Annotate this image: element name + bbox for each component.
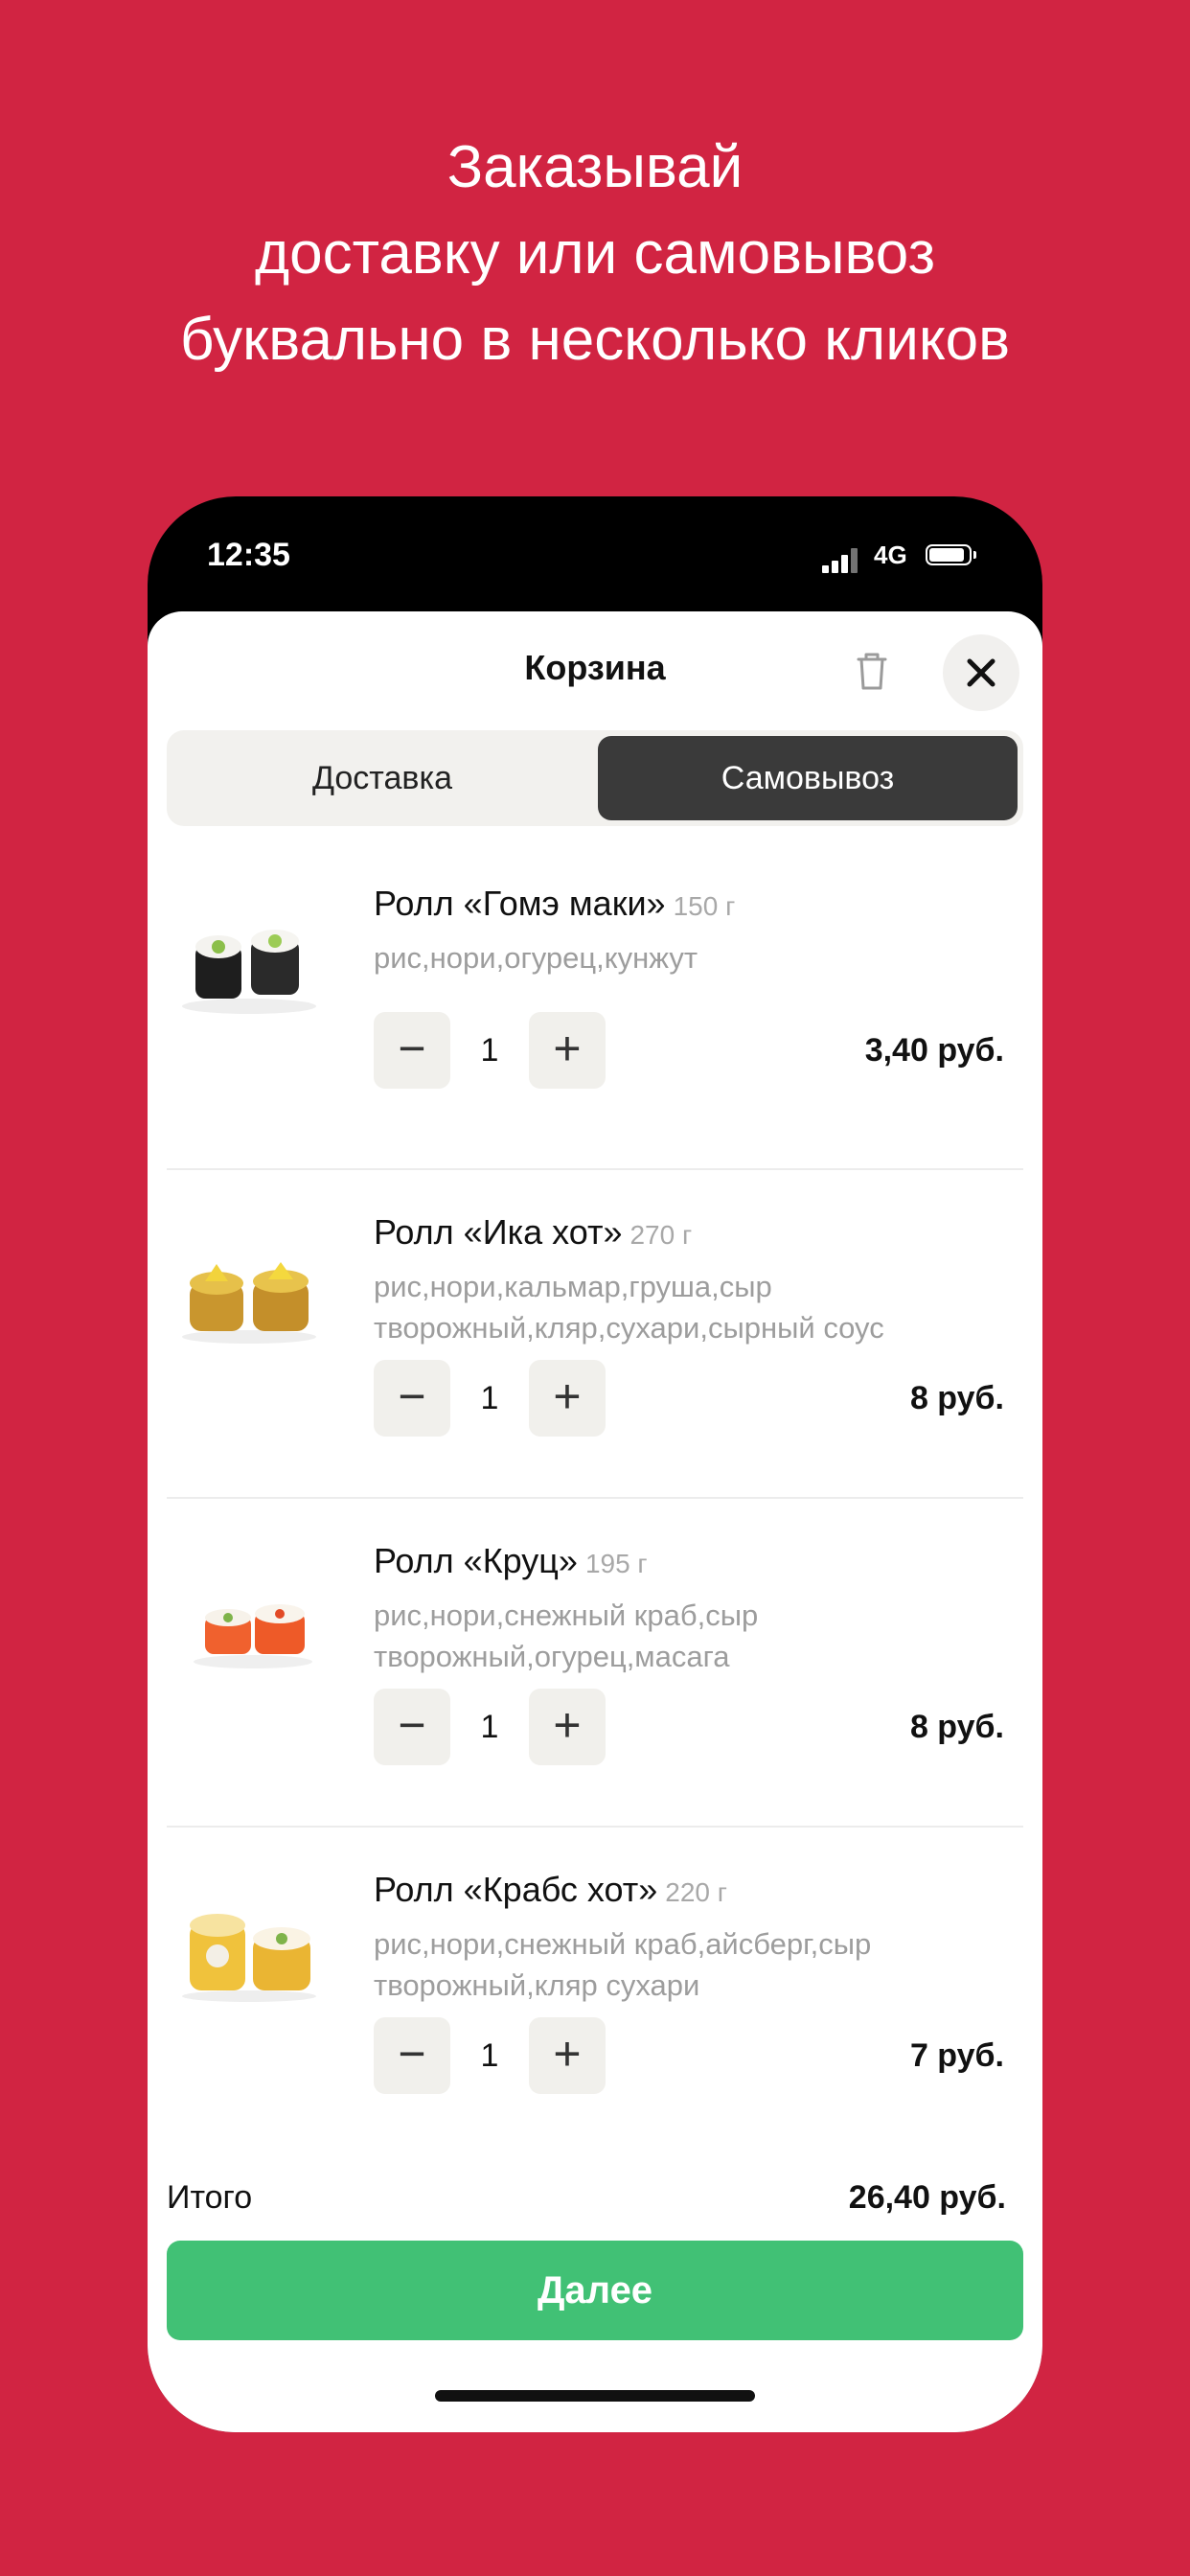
quantity-stepper: − 1 + bbox=[374, 1360, 607, 1437]
increase-button[interactable]: + bbox=[529, 1360, 606, 1437]
promo-line-3: буквально в несколько кликов bbox=[179, 307, 1011, 373]
close-icon bbox=[967, 658, 995, 687]
promo-line-2: доставку или самовывоз bbox=[254, 220, 936, 287]
cart-item: Ролл «Крабс хот» 220 г рис,нори,снежный к… bbox=[148, 1828, 1042, 2145]
roll-image bbox=[194, 1604, 312, 1668]
signal-icon bbox=[822, 548, 860, 573]
roll-image bbox=[182, 1914, 316, 2002]
item-name: Ролл «Круц» 195 г bbox=[374, 1541, 648, 1580]
tab-pickup[interactable]: Самовывоз bbox=[598, 736, 1018, 820]
decrease-button[interactable]: − bbox=[374, 2017, 450, 2094]
increase-button[interactable]: + bbox=[529, 1012, 606, 1089]
item-name: Ролл «Гомэ маки» 150 г bbox=[374, 884, 736, 923]
item-ingredients: рис,нори,снежный краб,айсберг,сыр творож… bbox=[374, 1927, 872, 2002]
increase-button[interactable]: + bbox=[529, 1689, 606, 1765]
item-price: 7 руб. bbox=[909, 2037, 1004, 2074]
quantity-stepper: − 1 + bbox=[374, 1012, 607, 1089]
cart-item: Ролл «Круц» 195 г рис,нори,снежный краб,с… bbox=[148, 1499, 1042, 1828]
decrease-button[interactable]: − bbox=[374, 1689, 450, 1765]
cart-item-list: Ролл «Гомэ маки» 150 г рис,нори,огурец,ку… bbox=[148, 841, 1042, 2145]
item-price: 8 руб. bbox=[909, 1380, 1004, 1416]
promo-headline: Заказывай доставку или самовывоз букваль… bbox=[0, 125, 1190, 383]
cart-item: Ролл «Гомэ маки» 150 г рис,нори,огурец,ку… bbox=[148, 841, 1042, 1170]
quantity-stepper: − 1 + bbox=[374, 2017, 607, 2094]
item-weight: 150 г bbox=[673, 891, 736, 921]
home-indicator bbox=[435, 2390, 755, 2402]
item-name: Ролл «Крабс хот» 220 г bbox=[374, 1870, 727, 1909]
item-weight: 270 г bbox=[629, 1220, 693, 1250]
trash-icon[interactable] bbox=[847, 646, 897, 696]
item-ingredients: рис,нори,снежный краб,сыр творожный,огур… bbox=[374, 1598, 759, 1673]
total-label: Итого bbox=[167, 2179, 253, 2216]
quantity-value: 1 bbox=[480, 1032, 499, 1069]
close-button[interactable] bbox=[943, 634, 1019, 711]
item-price: 3,40 руб. bbox=[864, 1032, 1004, 1069]
network-label: 4G bbox=[874, 540, 907, 569]
roll-image bbox=[182, 930, 316, 1014]
item-ingredients: рис,нори,огурец,кунжут bbox=[374, 941, 698, 975]
item-ingredients: рис,нори,кальмар,груша,сыр творожный,кля… bbox=[374, 1270, 884, 1345]
cart-header: Корзина bbox=[148, 611, 1042, 736]
increase-button[interactable]: + bbox=[529, 2017, 606, 2094]
item-price: 8 руб. bbox=[909, 1709, 1004, 1745]
promo-line-1: Заказывай bbox=[446, 134, 744, 200]
item-weight: 220 г bbox=[665, 1877, 727, 1907]
next-button[interactable]: Далее bbox=[167, 2241, 1023, 2340]
cart-screen: Корзина Доставка Самовывоз Ролл «Гомэ ма… bbox=[148, 611, 1042, 2432]
decrease-button[interactable]: − bbox=[374, 1012, 450, 1089]
cart-footer: Итого 26,40 руб. Далее bbox=[148, 2160, 1042, 2432]
tab-delivery[interactable]: Доставка bbox=[172, 736, 592, 820]
cart-item: Ролл «Ика хот» 270 г рис,нори,кальмар,гру… bbox=[148, 1170, 1042, 1499]
roll-image bbox=[182, 1262, 316, 1344]
status-bar: 12:35 4G bbox=[148, 496, 1042, 611]
quantity-value: 1 bbox=[480, 2037, 499, 2074]
decrease-button[interactable]: − bbox=[374, 1360, 450, 1437]
quantity-stepper: − 1 + bbox=[374, 1689, 607, 1765]
item-weight: 195 г bbox=[584, 1549, 648, 1578]
page-title: Корзина bbox=[524, 648, 666, 687]
quantity-value: 1 bbox=[480, 1709, 499, 1745]
phone-frame: 12:35 4G Корзина Доставка Самовывоз Ролл… bbox=[148, 496, 1042, 2432]
status-time: 12:35 bbox=[207, 537, 290, 573]
total-value: 26,40 руб. bbox=[848, 2179, 1006, 2216]
battery-icon bbox=[926, 544, 976, 565]
item-name: Ролл «Ика хот» 270 г bbox=[374, 1212, 693, 1252]
delivery-mode-toggle: Доставка Самовывоз bbox=[167, 730, 1023, 826]
quantity-value: 1 bbox=[480, 1380, 499, 1416]
